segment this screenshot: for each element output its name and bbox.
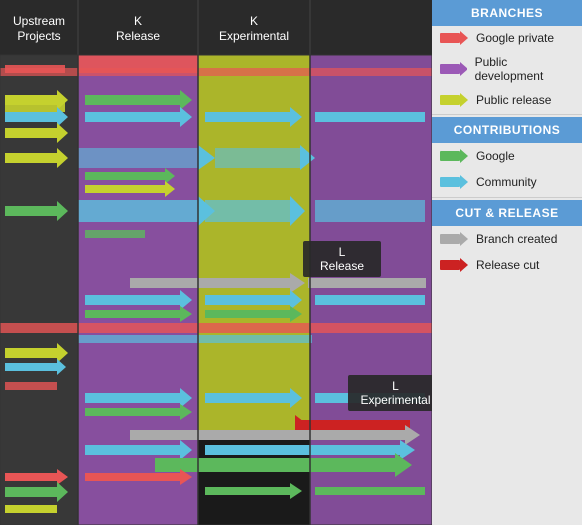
release-cut-icon [440,257,468,273]
release-cut-label: Release cut [476,258,539,272]
community-contribution-label: Community [476,175,537,189]
contributions-title: CONTRIBUTIONS [432,117,582,143]
svg-text:Upstream: Upstream [13,14,65,28]
branch-created-icon [440,231,468,247]
svg-text:K: K [134,14,142,28]
branches-title: BRANCHES [432,0,582,26]
divider-2 [432,197,582,198]
legend-item-google: Google [432,143,582,169]
diagram-area: Upstream Projects K Release K Experiment… [0,0,432,525]
divider-1 [432,114,582,115]
public-release-icon [440,93,468,107]
google-contribution-icon [440,148,468,164]
legend-item-public-release: Public release [432,88,582,112]
legend-item-community: Community [432,169,582,195]
public-release-label: Public release [476,93,551,107]
branch-created-label: Branch created [476,232,557,246]
legend-item-google-private: Google private [432,26,582,50]
legend-item-public-dev: Public development [432,50,582,88]
svg-text:Projects: Projects [17,29,60,43]
public-dev-label: Public development [475,55,574,83]
diagram-svg: Upstream Projects K Release K Experiment… [0,0,432,525]
legend-panel: BRANCHES Google private Public developme… [432,0,582,525]
legend-item-branch-created: Branch created [432,226,582,252]
google-private-label: Google private [476,31,554,45]
svg-text:Experimental: Experimental [219,29,289,43]
main-container: Upstream Projects K Release K Experiment… [0,0,582,525]
public-dev-icon [440,62,467,76]
cut-release-title: CUT & RELEASE [432,200,582,226]
google-private-icon [440,31,468,45]
community-contribution-icon [440,174,468,190]
svg-text:Release: Release [116,29,160,43]
legend-item-release-cut: Release cut [432,252,582,278]
svg-text:K: K [250,14,258,28]
google-contribution-label: Google [476,149,515,163]
